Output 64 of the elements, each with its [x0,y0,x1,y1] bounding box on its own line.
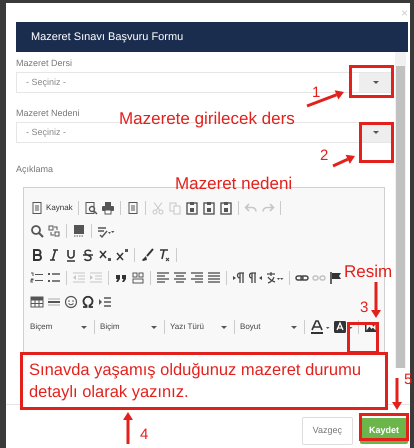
field-label: Mazeret Dersi [16,57,72,69]
highlight-frame [359,122,394,163]
toolbar-dropdown[interactable]: Biçim [100,321,157,334]
underline-icon[interactable] [64,248,78,262]
toolbar-dropdown[interactable]: Yazı Türü [170,321,227,334]
source-button[interactable]: Kaynak [30,200,73,215]
toolbar-dropdown[interactable]: Biçem [30,321,87,334]
annotation-label: Resim [344,263,392,280]
background-color-icon[interactable] [333,320,353,334]
annotation-arrow [332,154,355,168]
superscript-icon[interactable] [115,248,129,262]
annotation-label: Mazeret nedeni [175,175,292,192]
field-label: Mazeret Nedeni [16,107,80,119]
div-block-icon[interactable] [131,271,145,286]
smiley-icon[interactable] [64,294,78,309]
clear-format-icon[interactable] [157,248,171,262]
annotation-arrow [123,412,133,444]
highlight-frame [359,413,409,441]
omega-icon[interactable] [81,294,95,309]
modal-title: Mazeret Sınavı Başvuru Formu [16,22,408,52]
toolbar-dropdown[interactable]: Boyut [240,321,297,334]
table-icon[interactable] [30,294,44,309]
document-icon[interactable] [126,200,140,215]
annotation-arrow [371,282,381,318]
caret-icon [372,81,378,84]
bold-icon[interactable] [30,248,44,262]
numbered-list-icon[interactable] [30,271,44,286]
caret-icon [291,326,297,329]
caret-icon [151,326,157,329]
language-icon[interactable] [266,271,284,286]
select-all-icon[interactable] [72,224,86,238]
highlight-frame [349,65,394,98]
preview-icon[interactable] [84,200,98,215]
annotation-number: 3 [360,300,368,315]
flag-icon[interactable] [329,271,343,286]
search-icon[interactable] [30,224,44,238]
print-icon[interactable] [100,200,115,215]
caret-icon [81,326,87,329]
caret-icon [372,131,378,134]
annotation-note: Sınavda yaşamış olduğunuz mazeret durumu detaylı olarak yazınız. [20,352,388,410]
text-direction-rtl-icon[interactable] [249,271,263,286]
field-label: Açıklama [16,163,54,175]
align-center-icon[interactable] [173,271,187,286]
text-direction-ltr-icon[interactable] [232,271,246,286]
align-justify-icon[interactable] [207,271,221,286]
clipboard-icon[interactable] [202,200,216,215]
italic-icon[interactable] [47,248,61,262]
subscript-icon[interactable] [98,248,112,262]
text-color-icon[interactable] [310,320,330,334]
document-icon [30,200,44,215]
scrollbar[interactable] [395,52,406,368]
page-break-icon[interactable] [98,294,112,309]
strikethrough-icon[interactable] [81,248,95,262]
align-left-icon[interactable] [156,271,170,286]
clipboard-icon[interactable] [218,200,233,215]
cancel-button[interactable]: Vazgeç [302,417,353,444]
paintbrush-icon[interactable] [140,248,154,262]
annotation-number: 4 [140,427,148,442]
caret-icon [221,326,227,329]
clipboard-icon[interactable] [184,200,199,215]
replace-icon[interactable] [47,224,61,238]
align-right-icon[interactable] [190,271,204,286]
annotation-number: 2 [320,148,328,163]
annotation-arrow [392,378,402,410]
